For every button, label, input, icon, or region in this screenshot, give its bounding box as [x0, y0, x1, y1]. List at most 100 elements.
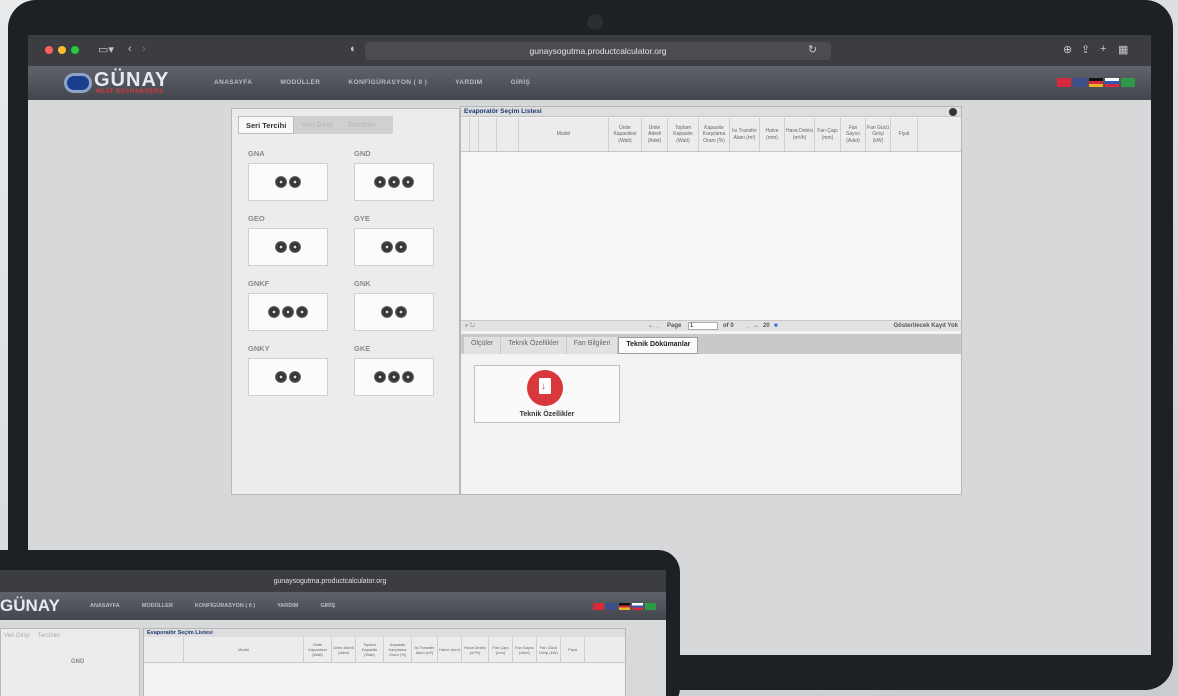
sidebar-toggle-icon[interactable]: ▭▾ — [98, 43, 114, 56]
uk-flag-icon[interactable] — [606, 603, 617, 610]
column-fan-count[interactable]: Fan Sayısı (Adet) — [841, 118, 866, 151]
brand-logo[interactable]: GÜNAY HEAT EXCHANGERS — [64, 69, 194, 97]
fan-icon — [381, 306, 393, 318]
uk-flag-icon[interactable] — [1073, 78, 1087, 87]
technical-spec-document[interactable]: Teknik Özellikler — [474, 365, 620, 423]
pdf-download-icon[interactable] — [527, 370, 563, 406]
column-model[interactable]: Model — [184, 637, 304, 662]
close-icon[interactable] — [949, 108, 957, 116]
product-gnky[interactable]: GNKY — [248, 344, 330, 396]
product-image[interactable] — [248, 358, 328, 396]
product-gnd[interactable]: GND — [354, 149, 436, 201]
tab-tercihler[interactable]: Tercihler — [38, 633, 61, 639]
product-gnk[interactable]: GNK — [354, 279, 436, 331]
product-gna[interactable]: GNA — [248, 149, 330, 201]
zoom-window-button[interactable] — [71, 46, 79, 54]
product-image[interactable] — [354, 293, 434, 331]
language-flags — [1057, 78, 1135, 87]
nav-yardim[interactable]: YARDIM — [277, 603, 298, 609]
tab-olculer[interactable]: Ölçüler — [464, 337, 501, 354]
new-tab-icon[interactable]: + — [1100, 43, 1106, 55]
column-fin-pitch[interactable]: Hatve (mm) — [438, 637, 462, 662]
column-fan-power[interactable]: Fan Gücü Girişi (kW) — [866, 118, 891, 151]
column-air-flow[interactable]: Hava Debisi (m³/h) — [785, 118, 815, 151]
column-unit-count[interactable]: Ünite Adedi (Adet) — [642, 118, 668, 151]
download-icon[interactable]: ⊕ — [1063, 43, 1072, 56]
column-heat-transfer-area[interactable]: Isı Transfer Alanı (m²) — [730, 118, 760, 151]
product-label[interactable]: GND — [71, 659, 84, 665]
product-image[interactable] — [354, 163, 434, 201]
product-image[interactable] — [248, 163, 328, 201]
nav-moduller[interactable]: MODÜLLER — [280, 79, 320, 86]
turkish-flag-icon[interactable] — [1057, 78, 1071, 87]
tab-veri-girisi[interactable]: Veri Girişi — [4, 633, 30, 639]
product-label: GNKF — [248, 279, 270, 288]
page-number-input[interactable] — [688, 322, 718, 330]
product-image[interactable] — [354, 228, 434, 266]
product-gke[interactable]: GKE — [354, 344, 436, 396]
product-geo[interactable]: GEO — [248, 214, 330, 266]
minimize-window-button[interactable] — [58, 46, 66, 54]
nav-giris[interactable]: GİRİŞ — [511, 79, 531, 86]
column-fan-diameter[interactable]: Fan Çapı (mm) — [815, 118, 841, 151]
column-fan-count[interactable]: Fan Sayısı (Adet) — [513, 637, 537, 662]
tab-fan-bilgileri[interactable]: Fan Bilgileri — [566, 337, 618, 354]
address-bar[interactable]: gunaysogutma.productcalculator.org — [365, 42, 831, 60]
nav-anasayfa[interactable]: ANASAYFA — [90, 603, 120, 609]
column-capacity-ratio[interactable]: Kapasite Karşılama Oranı (%) — [384, 637, 412, 662]
column-total-capacity[interactable]: Toplam Kapasite (Watt) — [356, 637, 384, 662]
column-fin-pitch[interactable]: Hatve (mm) — [760, 118, 785, 151]
column-capacity-ratio[interactable]: Kapasite Karşılama Oranı (%) — [699, 118, 730, 151]
german-flag-icon[interactable] — [619, 603, 630, 610]
column-air-flow[interactable]: Hava Debisi (m³/h) — [462, 637, 489, 662]
column-blank — [497, 118, 519, 151]
tab-teknik-dokumanlar[interactable]: Teknik Dökümanlar — [618, 337, 699, 354]
column-fan-diameter[interactable]: Fan Çapı (mm) — [489, 637, 513, 662]
back-icon[interactable]: ‹ — [128, 43, 132, 55]
reload-icon[interactable]: ↻ — [808, 43, 817, 56]
saudi-flag-icon[interactable] — [1121, 78, 1135, 87]
search-icon[interactable]: ⌕ ↻ — [465, 323, 475, 330]
site-header: GÜNAY HEAT EXCHANGERS ANASAYFA MODÜLLER … — [28, 66, 1151, 100]
tab-seri-tercihi[interactable]: Seri Tercihi — [238, 116, 295, 134]
nav-moduller[interactable]: MODÜLLER — [142, 603, 173, 609]
column-fan-power[interactable]: Fan Gücü Girişi (kW) — [537, 637, 561, 662]
close-window-button[interactable] — [45, 46, 53, 54]
german-flag-icon[interactable] — [1089, 78, 1103, 87]
column-total-capacity[interactable]: Toplam Kapasite (Watt) — [668, 118, 699, 151]
nav-anasayfa[interactable]: ANASAYFA — [214, 79, 252, 86]
product-image[interactable] — [248, 293, 328, 331]
tab-overview-icon[interactable]: ▦ — [1118, 43, 1128, 56]
tab-teknik-ozellikler[interactable]: Teknik Özellikler — [501, 337, 566, 354]
column-price[interactable]: Fiyat — [891, 118, 918, 151]
nav-giris[interactable]: GİRİŞ — [320, 603, 335, 609]
column-price[interactable]: Fiyat — [561, 637, 585, 662]
second-brand-logo[interactable]: GÜNAY — [0, 596, 60, 616]
column-heat-transfer-area[interactable]: Isı Transfer Alanı (m²) — [412, 637, 438, 662]
forward-icon[interactable]: › — [142, 43, 146, 55]
tab-veri-girisi[interactable]: Veri Girişi — [294, 116, 340, 134]
page-size-dropdown-icon[interactable]: ■ — [774, 323, 778, 329]
second-address-bar[interactable]: gunaysogutma.productcalculator.org — [180, 575, 480, 588]
share-icon[interactable]: ⇪ — [1081, 43, 1090, 56]
product-image[interactable] — [354, 358, 434, 396]
nav-yardim[interactable]: YARDIM — [455, 79, 482, 86]
column-unit-capacity[interactable]: Ünite Kapasitesi (Watt) — [304, 637, 332, 662]
russian-flag-icon[interactable] — [1105, 78, 1119, 87]
product-gye[interactable]: GYE — [354, 214, 436, 266]
saudi-flag-icon[interactable] — [645, 603, 656, 610]
first-page-icon[interactable]: ⇤ ← — [649, 323, 662, 330]
tab-tercihler[interactable]: Tercihler — [340, 116, 382, 134]
column-unit-capacity[interactable]: Ünite Kapasitesi (Watt) — [609, 118, 642, 151]
page-size-select[interactable]: 20 — [763, 323, 770, 329]
column-model[interactable]: Model — [519, 118, 609, 151]
product-image[interactable] — [248, 228, 328, 266]
turkish-flag-icon[interactable] — [593, 603, 604, 610]
russian-flag-icon[interactable] — [632, 603, 643, 610]
privacy-shield-icon[interactable]: ◐ — [350, 43, 357, 55]
next-page-icon[interactable]: → ⇥ — [745, 323, 758, 330]
nav-konfigurasyon[interactable]: KONFİGÜRASYON ( 0 ) — [195, 603, 255, 609]
column-unit-count[interactable]: Ünite Adedi (Adet) — [332, 637, 356, 662]
product-gnkf[interactable]: GNKF — [248, 279, 330, 331]
nav-konfigurasyon[interactable]: KONFİGÜRASYON ( 0 ) — [348, 79, 427, 86]
